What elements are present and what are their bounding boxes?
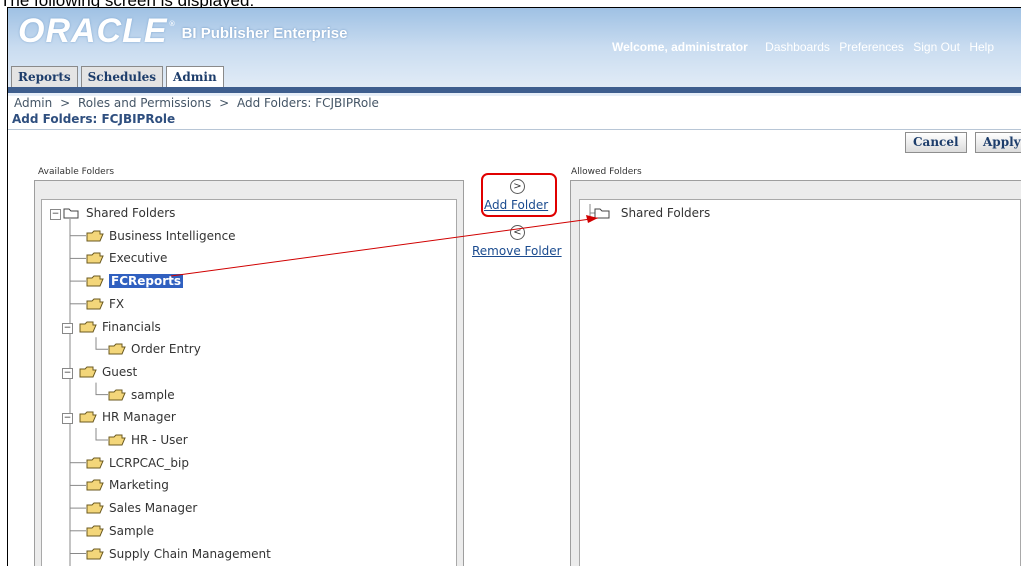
folder-label: LCRPCAC_bip <box>109 455 189 470</box>
tree-branch-line <box>95 337 108 350</box>
folder-open-icon <box>86 502 104 514</box>
breadcrumb-roles[interactable]: Roles and Permissions <box>78 96 211 110</box>
subfolder-item[interactable]: Order Entry <box>108 341 201 357</box>
folder-label: Sales Manager <box>109 501 198 516</box>
folder-open-icon <box>86 479 104 491</box>
folder-closed-icon <box>594 208 610 219</box>
allowed-folders-label: Allowed Folders <box>571 167 642 177</box>
subfolder-item[interactable]: sample <box>108 387 175 403</box>
allowed-root-label: Shared Folders <box>620 206 711 220</box>
folder-open-icon <box>86 230 104 242</box>
allowed-folders-tree[interactable]: Shared Folders <box>579 199 1021 566</box>
tree-branch-line <box>95 382 108 396</box>
add-folder-highlight <box>481 173 557 217</box>
collapse-icon[interactable]: − <box>62 367 73 379</box>
folder-open-icon <box>108 389 126 401</box>
header-bar: ORACLE ® BI Publisher Enterprise Welcome… <box>8 8 1021 96</box>
breadcrumb-separator: > <box>60 96 71 110</box>
folder-open-icon <box>108 434 126 446</box>
page-title: Add Folders: FCJBIPRole <box>12 112 176 126</box>
folder-label: FCReports <box>109 274 184 289</box>
folder-item[interactable]: FCReports <box>86 273 184 289</box>
folder-open-icon <box>86 525 104 537</box>
folder-label: Order Entry <box>131 342 201 357</box>
folder-item[interactable]: − Financials <box>62 319 161 335</box>
tab-bar-underline <box>8 87 1021 93</box>
tab-admin[interactable]: Admin <box>166 66 224 87</box>
folder-item[interactable]: FX <box>86 296 124 312</box>
folder-label: Executive <box>109 251 168 266</box>
folder-item[interactable]: Sales Manager <box>86 500 197 516</box>
folder-label: Marketing <box>109 478 169 493</box>
folder-item[interactable]: LCRPCAC_bip <box>86 455 189 471</box>
available-folders-panel: − Shared Folders Business Intelligence Exec… <box>34 180 464 566</box>
tab-reports[interactable]: Reports <box>11 66 78 87</box>
folder-label: Supply Chain Management <box>109 546 271 561</box>
folder-item[interactable]: Executive <box>86 250 167 266</box>
available-folders-label: Available Folders <box>38 167 115 177</box>
preferences-link[interactable]: Preferences <box>839 40 904 54</box>
browser-frame: ORACLE ® BI Publisher Enterprise Welcome… <box>7 7 1021 566</box>
global-links: Welcome, administrator Dashboards Prefer… <box>612 40 994 54</box>
dashboards-link[interactable]: Dashboards <box>765 40 830 54</box>
allowed-folders-panel: Shared Folders <box>570 180 1021 566</box>
folder-label: Business Intelligence <box>109 228 236 243</box>
remove-folder-icon[interactable]: < <box>510 225 525 240</box>
collapse-icon[interactable]: − <box>62 322 73 334</box>
folder-label: Sample <box>109 523 154 538</box>
page-title-bar: Add Folders: FCJBIPRole <box>8 111 1021 130</box>
folder-item[interactable]: − Guest <box>62 364 137 380</box>
breadcrumb-current: Add Folders: FCJBIPRole <box>236 96 379 110</box>
tree-branch-line <box>95 428 108 441</box>
registered-mark: ® <box>168 20 176 28</box>
folder-open-icon <box>79 366 97 378</box>
available-root-label: Shared Folders <box>86 206 176 220</box>
breadcrumb-separator: > <box>219 96 230 110</box>
folder-closed-icon <box>63 208 79 219</box>
collapse-icon[interactable]: − <box>62 413 73 425</box>
logo-text: ORACLE <box>18 12 168 50</box>
remove-folder-link[interactable]: Remove Folder <box>472 244 562 258</box>
folder-open-icon <box>86 252 104 264</box>
welcome-text: Welcome, administrator <box>611 40 748 54</box>
folder-item[interactable]: Business Intelligence <box>86 228 236 244</box>
subfolder-item[interactable]: HR - User <box>108 432 188 448</box>
folder-open-icon <box>86 298 104 310</box>
cancel-button[interactable]: Cancel <box>905 132 967 153</box>
sign-out-link[interactable]: Sign Out <box>913 40 960 54</box>
folder-item[interactable]: − HR Manager <box>62 409 176 425</box>
product-name: BI Publisher Enterprise <box>181 25 348 42</box>
folder-open-icon <box>86 275 104 287</box>
available-folders-tree[interactable]: − Shared Folders Business Intelligence Exec… <box>41 199 457 566</box>
collapse-icon[interactable]: − <box>50 209 61 220</box>
breadcrumb-admin[interactable]: Admin <box>14 96 52 110</box>
folder-item[interactable]: Marketing <box>86 477 169 493</box>
folder-open-icon <box>86 457 104 469</box>
folder-label: FX <box>109 296 125 311</box>
available-root-item[interactable]: − Shared Folders <box>50 205 175 221</box>
breadcrumb: Admin > Roles and Permissions > Add Fold… <box>14 96 383 110</box>
folder-open-icon <box>108 343 126 355</box>
folder-open-icon <box>79 321 97 332</box>
folder-open-icon <box>86 548 104 559</box>
apply-button[interactable]: Apply <box>975 132 1021 153</box>
folder-label: HR - User <box>131 433 188 447</box>
main-tabs: Reports Schedules Admin <box>11 66 227 87</box>
folder-item[interactable]: Sample <box>86 523 154 539</box>
folder-label: Financials <box>102 319 161 334</box>
folder-open-icon <box>79 411 97 423</box>
folder-label: sample <box>131 387 175 402</box>
oracle-logo: ORACLE ® BI Publisher Enterprise <box>18 12 348 50</box>
folder-label: Guest <box>102 364 138 379</box>
allowed-root-item[interactable]: Shared Folders <box>594 205 710 221</box>
folder-label: HR Manager <box>102 410 176 425</box>
folder-item[interactable]: Supply Chain Management <box>86 546 271 562</box>
help-link[interactable]: Help <box>969 40 994 54</box>
tab-schedules[interactable]: Schedules <box>80 66 164 87</box>
